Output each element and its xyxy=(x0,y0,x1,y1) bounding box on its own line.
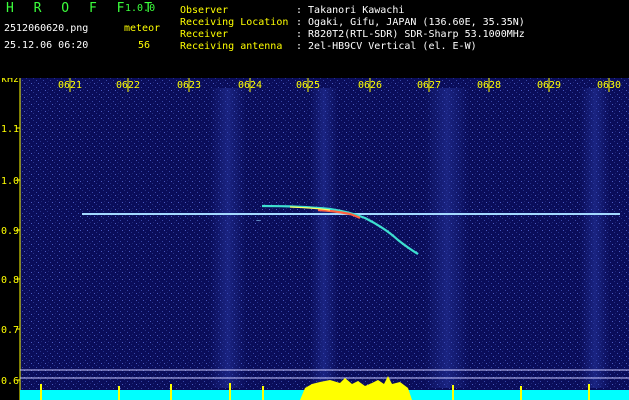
info-label-location: Receiving Location xyxy=(180,17,289,28)
date-time: 25.12.06 06:20 xyxy=(4,40,89,51)
x-tick-label: 0628 xyxy=(477,80,501,91)
x-tick: 0630 xyxy=(597,78,621,92)
x-tick: 0628 xyxy=(477,78,501,92)
file-name: 2512060620.png xyxy=(4,23,89,34)
x-tick: 0622 xyxy=(116,78,140,92)
noise-band xyxy=(310,88,338,388)
y-tick-label: 1.0 xyxy=(1,176,19,187)
app-version: 1.0.0 xyxy=(125,3,156,14)
x-tick: 0621 xyxy=(58,78,82,92)
level-spike xyxy=(118,386,120,400)
y-tick-label: 0.7 xyxy=(1,325,19,336)
info-value-observer: : Takanori Kawachi xyxy=(296,5,405,16)
y-tick: 0.9 xyxy=(1,226,20,237)
noise-band xyxy=(210,88,246,388)
level-spike xyxy=(588,384,590,400)
y-tick-label: 0.8 xyxy=(1,275,19,286)
spectrogram-plot: 0621 0622 0623 0624 0625 0626 0627 0628 … xyxy=(0,78,629,400)
x-tick-label: 0622 xyxy=(116,80,140,91)
x-tick: 0626 xyxy=(358,78,382,92)
level-spike xyxy=(520,386,522,400)
y-tick: 1.0 xyxy=(1,176,20,187)
y-tick: 0.6 xyxy=(1,376,20,387)
x-tick-label: 0629 xyxy=(537,80,561,91)
level-spike xyxy=(452,385,454,400)
y-tick-label: 1.1 xyxy=(1,124,19,135)
level-spike xyxy=(262,386,264,400)
level-spike xyxy=(170,384,172,400)
y-axis-unit: kHz xyxy=(1,78,19,85)
x-tick: 0623 xyxy=(177,78,201,92)
info-label-observer: Observer xyxy=(180,5,229,16)
x-tick-label: 0624 xyxy=(238,80,262,91)
noise-band xyxy=(425,88,469,388)
y-tick: 0.7 xyxy=(1,325,20,336)
info-value-receiver: : R820T2(RTL-SDR) SDR-Sharp 53.1000MHz xyxy=(296,29,525,40)
x-tick-label: 0630 xyxy=(597,80,621,91)
x-tick-label: 0623 xyxy=(177,80,201,91)
y-tick: 0.8 xyxy=(1,275,20,286)
header-panel: H R O F F T 1.0.0 2512060620.png meteor … xyxy=(0,0,629,78)
info-value-antenna: : 2el-HB9CV Vertical (el. E-W) xyxy=(296,41,477,52)
x-tick: 0627 xyxy=(417,78,441,92)
level-spike xyxy=(40,384,42,400)
y-tick-label: 0.6 xyxy=(1,376,19,387)
x-tick-label: 0621 xyxy=(58,80,82,91)
x-tick-label: 0626 xyxy=(358,80,382,91)
info-label-receiver: Receiver xyxy=(180,29,229,40)
x-tick: 0625 xyxy=(296,78,320,92)
noise-band xyxy=(580,88,610,388)
x-tick-label: 0627 xyxy=(417,80,441,91)
meteor-count: 56 xyxy=(138,40,151,51)
level-spike xyxy=(229,383,231,400)
info-value-location: : Ogaki, Gifu, JAPAN (136.60E, 35.35N) xyxy=(296,17,525,28)
y-tick: 1.1 xyxy=(1,124,20,135)
meteor-label: meteor xyxy=(124,23,161,34)
y-tick-label: 0.9 xyxy=(1,226,19,237)
info-label-antenna: Receiving antenna xyxy=(180,41,283,52)
x-tick: 0624 xyxy=(238,78,262,92)
x-tick-label: 0625 xyxy=(296,80,320,91)
echo-speckle: ~ xyxy=(256,216,261,225)
x-tick: 0629 xyxy=(537,78,561,92)
